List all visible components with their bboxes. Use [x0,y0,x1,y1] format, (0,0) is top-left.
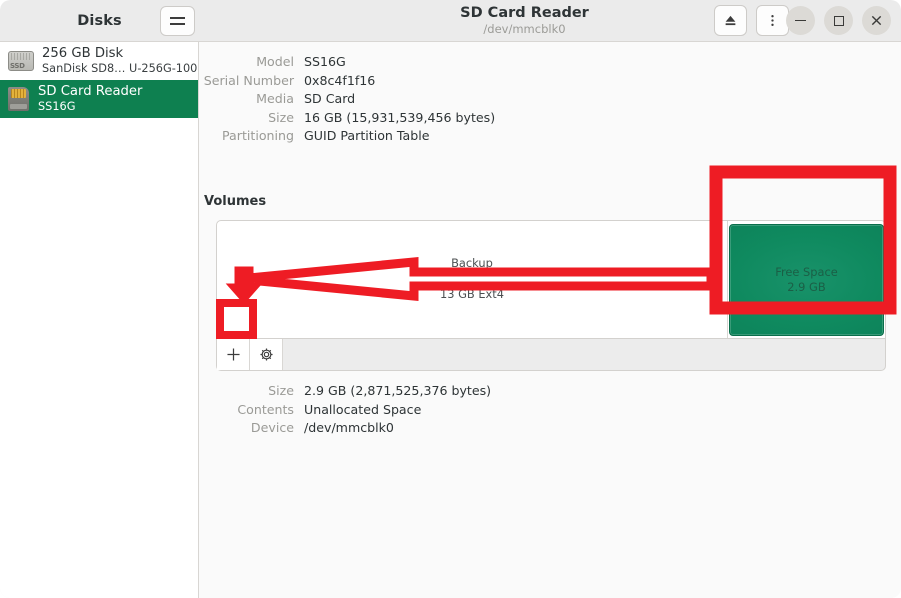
sidebar-item-sd-card-reader[interactable]: SD Card Reader SS16G [0,80,198,118]
ssd-label: SSD [10,62,25,70]
partition-number: Partition 1 [443,272,501,288]
property-row-size: Size 16 GB (15,931,539,456 bytes) [200,110,901,129]
sidebar-item-name: SD Card Reader [38,84,142,100]
property-value: 16 GB (15,931,539,456 bytes) [304,110,495,125]
property-row-serial-number: Serial Number 0x8c4f1f16 [200,73,901,92]
sidebar-item-description: SS16G [38,100,142,114]
detail-row-device: Device /dev/mmcblk0 [200,420,901,439]
detail-row-contents: Contents Unallocated Space [200,402,901,421]
minimize-button[interactable] [786,6,815,35]
plus-icon [225,346,242,363]
drive-detail-pane: Model SS16G Serial Number 0x8c4f1f16 Med… [200,42,901,598]
volumes-heading: Volumes [204,194,266,209]
property-row-media: Media SD Card [200,91,901,110]
maximize-icon [834,16,844,26]
property-key: Partitioning [200,128,304,143]
detail-value: 2.9 GB (2,871,525,376 bytes) [304,383,491,398]
detail-key: Size [200,383,304,398]
sidebar-item-text: 256 GB Disk SanDisk SD8… U-256G-1006 [42,46,190,76]
property-value: GUID Partition Table [304,128,429,143]
disks-window: Disks SD Card Reader /dev/mmcblk0 [0,0,901,598]
hamburger-line-2 [170,23,185,25]
detail-key: Contents [200,402,304,417]
drive-properties-list: Model SS16G Serial Number 0x8c4f1f16 Med… [200,54,901,147]
free-space-size: 2.9 GB [787,280,825,296]
property-key: Size [200,110,304,125]
sd-stripe [10,104,27,109]
ssd-disk-icon: SSD [8,49,34,73]
selection-details-list: Size 2.9 GB (2,871,525,376 bytes) Conten… [200,383,901,439]
titlebar: Disks SD Card Reader /dev/mmcblk0 [0,0,901,42]
titlebar-actions [714,5,789,36]
volume-toolbar [216,339,886,371]
property-key: Serial Number [200,73,304,88]
window-controls [786,6,891,35]
volume-toolbar-spacer [283,339,885,370]
detail-row-size: Size 2.9 GB (2,871,525,376 bytes) [200,383,901,402]
more-options-button[interactable] [756,5,789,36]
property-key: Media [200,91,304,106]
additional-partition-options-button[interactable] [250,339,283,370]
sidebar-item-name: 256 GB Disk [42,46,190,62]
device-title: SD Card Reader [460,5,589,22]
close-button[interactable] [862,6,891,35]
volume-partition-1[interactable]: Backup Partition 1 13 GB Ext4 [217,221,728,338]
property-key: Model [200,54,304,69]
eject-icon [723,13,738,28]
disks-sidebar: SSD 256 GB Disk SanDisk SD8… U-256G-1006… [0,42,199,598]
sd-contacts [11,89,26,98]
maximize-button[interactable] [824,6,853,35]
close-icon [870,14,883,27]
minimize-icon [795,20,806,22]
partition-label: Backup [451,256,493,272]
device-path: /dev/mmcblk0 [483,22,565,36]
detail-value: Unallocated Space [304,402,421,417]
property-value: SS16G [304,54,346,69]
volume-free-space[interactable]: Free Space 2.9 GB [729,224,884,336]
detail-key: Device [200,420,304,435]
gear-icon [258,346,275,363]
create-partition-button[interactable] [217,339,250,370]
hamburger-menu-icon[interactable] [160,6,195,36]
sidebar-item-description: SanDisk SD8… U-256G-1006 [42,62,190,76]
property-row-model: Model SS16G [200,54,901,73]
free-space-label: Free Space [775,265,838,281]
detail-value: /dev/mmcblk0 [304,420,394,435]
eject-button[interactable] [714,5,747,36]
property-row-partitioning: Partitioning GUID Partition Table [200,128,901,147]
property-value: SD Card [304,91,355,106]
sidebar-item-text: SD Card Reader SS16G [38,84,142,114]
ssd-grill [11,53,31,60]
property-value: 0x8c4f1f16 [304,73,375,88]
hamburger-line-1 [170,17,185,19]
partition-size-type: 13 GB Ext4 [440,287,504,303]
sidebar-item-256gb-disk[interactable]: SSD 256 GB Disk SanDisk SD8… U-256G-1006 [0,42,198,80]
app-title: Disks [77,13,121,29]
sd-card-icon [8,86,30,112]
three-dots-vertical-icon [765,13,780,28]
volume-grid: Backup Partition 1 13 GB Ext4 Free Space… [216,220,886,339]
